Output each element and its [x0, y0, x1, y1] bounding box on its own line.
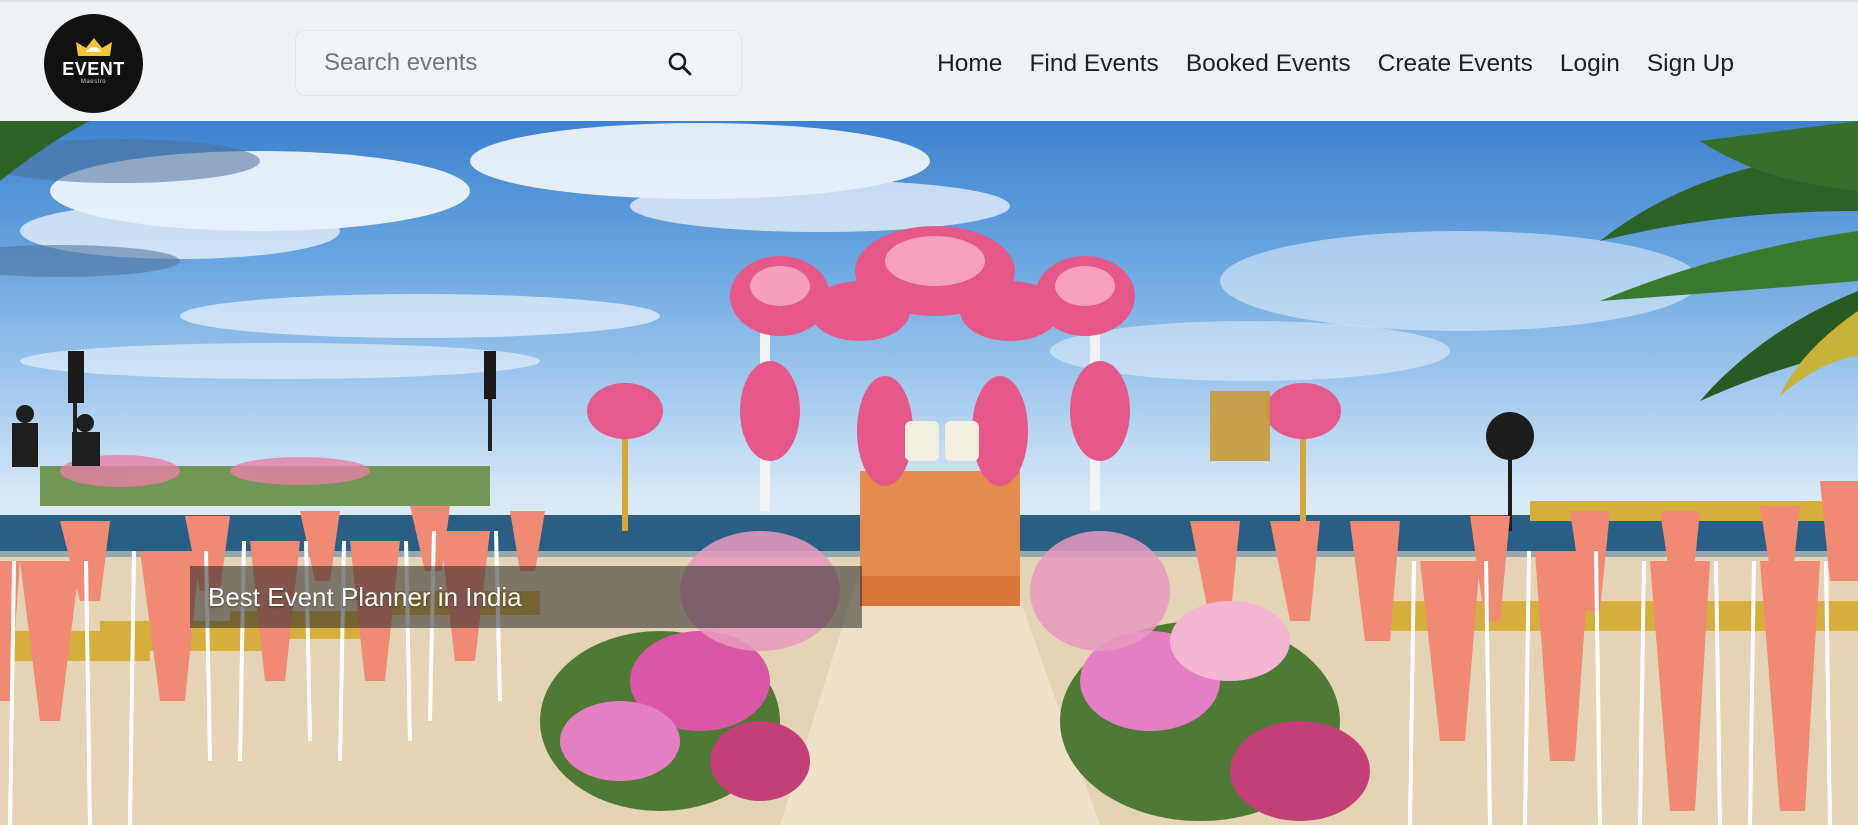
brand-name: EVENT	[62, 58, 125, 79]
main-nav: Home Find Events Booked Events Create Ev…	[937, 48, 1734, 80]
hero-caption: Best Event Planner in India	[208, 582, 522, 612]
nav-find-events[interactable]: Find Events	[1029, 48, 1158, 80]
crown-icon	[75, 37, 112, 56]
navbar: EVENT Maestro Home Find Events Booked Ev…	[0, 0, 1858, 121]
search-input[interactable]	[324, 31, 654, 95]
nav-booked-events[interactable]: Booked Events	[1186, 48, 1351, 80]
brand-tagline: Maestro	[80, 78, 107, 85]
nav-create-events[interactable]: Create Events	[1378, 48, 1533, 80]
hero-banner: Best Event Planner in India	[0, 121, 1858, 825]
search-box	[295, 30, 742, 96]
hero-image	[0, 121, 1858, 825]
nav-home[interactable]: Home	[937, 48, 1002, 80]
brand-logo[interactable]: EVENT Maestro	[44, 14, 143, 113]
nav-login[interactable]: Login	[1560, 48, 1620, 80]
nav-sign-up[interactable]: Sign Up	[1647, 48, 1734, 80]
search-icon[interactable]	[667, 51, 693, 77]
